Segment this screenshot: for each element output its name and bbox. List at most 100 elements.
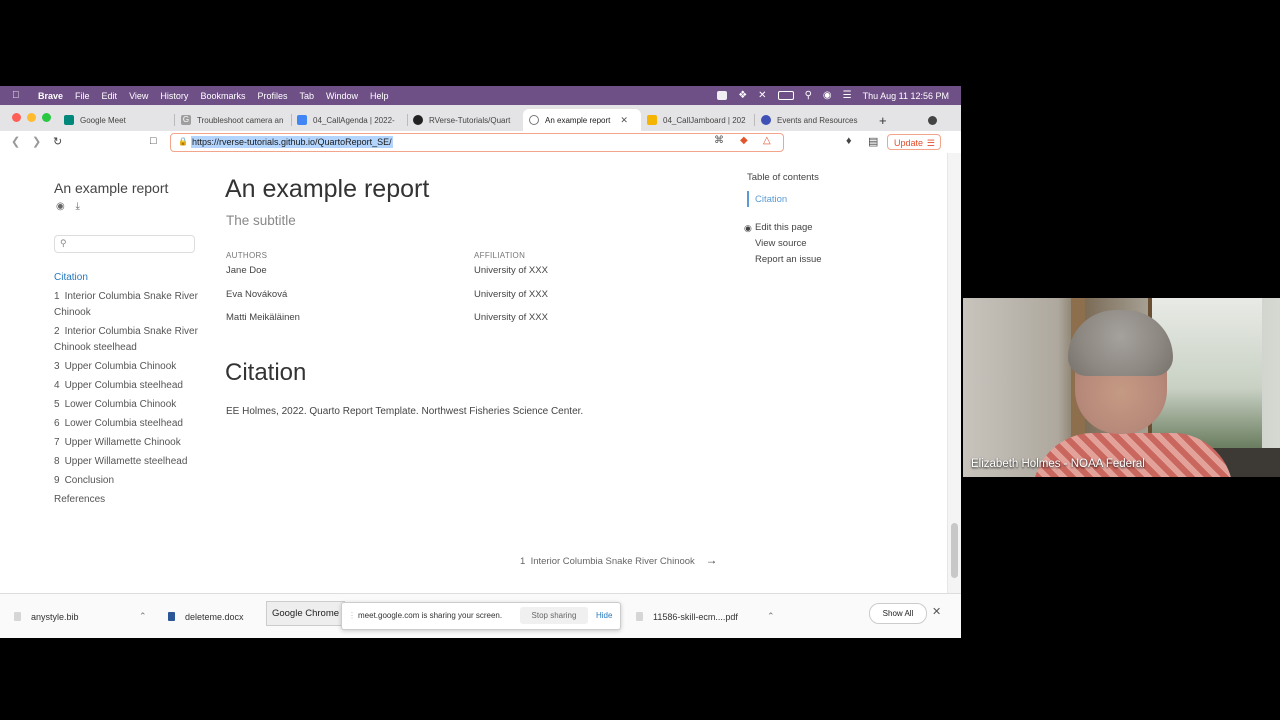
view-source-link[interactable]: View source	[755, 238, 807, 249]
bluetooth-icon[interactable]: ✕	[758, 90, 766, 101]
close-downloads-icon[interactable]: ✕	[932, 605, 941, 618]
author-affiliation: University of XXX	[474, 289, 548, 300]
sidebar-item-upper-willamette-chinook[interactable]: 7 Upper Willamette Chinook	[54, 435, 204, 451]
update-button[interactable]: Update ☰	[887, 134, 941, 150]
hide-button[interactable]: Hide	[596, 611, 612, 620]
tab-troubleshoot[interactable]: G Troubleshoot camera an	[181, 109, 289, 131]
sidebar-title[interactable]: An example report	[54, 180, 168, 196]
dropbox-icon[interactable]: ❖	[738, 90, 747, 101]
jamboard-icon	[647, 115, 657, 125]
sidebar-item-references[interactable]: References	[54, 492, 204, 508]
report-page: An example report ◉ ⤓ ⚲ Citation 1 Interi…	[0, 153, 947, 593]
file-icon	[14, 612, 21, 621]
menu-clock[interactable]: Thu Aug 11 12:56 PM	[863, 91, 949, 101]
stop-sharing-button[interactable]: Stop sharing	[520, 607, 588, 624]
tab-label: Google Meet	[80, 115, 126, 125]
tab-call-jamboard[interactable]: 04_CallJamboard | 202	[647, 109, 751, 131]
tab-example-report[interactable]: An example report ✕	[523, 109, 641, 131]
edit-page-link[interactable]: Edit this page	[755, 222, 813, 233]
search-input[interactable]: ⚲	[54, 235, 195, 253]
sidebar-item-lower-columbia-steelhead[interactable]: 6 Lower Columbia steelhead	[54, 416, 204, 432]
sidebar-item-upper-willamette-steelhead[interactable]: 8 Upper Willamette steelhead	[54, 454, 204, 470]
bookmark-tray-icon[interactable]	[717, 91, 728, 100]
sidebar-item-label: Upper Columbia Chinook	[64, 361, 177, 372]
chevron-up-icon[interactable]: ⌃	[139, 611, 147, 622]
github-icon[interactable]: ◉	[56, 201, 65, 212]
menu-tab[interactable]: Tab	[299, 91, 314, 101]
battery-icon[interactable]	[777, 91, 794, 100]
sidebar-item-lower-columbia-chinook[interactable]: 5 Lower Columbia Chinook	[54, 397, 204, 413]
close-tab-icon[interactable]: ✕	[620, 115, 628, 126]
sidebar-item-conclusion[interactable]: 9 Conclusion	[54, 473, 204, 489]
menu-window[interactable]: Window	[326, 91, 358, 101]
sidebar-item-label: Interior Columbia Snake River Chinook	[54, 291, 198, 318]
wifi-icon[interactable]: ◉	[823, 90, 832, 101]
toc-item-citation[interactable]: Citation	[755, 194, 787, 205]
download-item[interactable]: 11586-skill-ecm....pdf ⌃	[636, 594, 775, 638]
drag-handle-icon[interactable]: ⋮	[348, 611, 356, 620]
update-label: Update	[894, 138, 924, 148]
chevron-up-icon[interactable]: ⌃	[767, 611, 775, 622]
forward-icon[interactable]: ❯	[32, 135, 41, 148]
search-icon[interactable]: ⚲	[805, 90, 812, 101]
url-text[interactable]: https://rverse-tutorials.github.io/Quart…	[191, 136, 393, 148]
menu-file[interactable]: File	[75, 91, 90, 101]
qr-icon[interactable]: ⌘	[714, 135, 724, 146]
menu-view[interactable]: View	[129, 91, 148, 101]
download-item[interactable]: deleteme.docx	[168, 594, 244, 638]
download-icon[interactable]: ⤓	[76, 201, 80, 212]
sidebar-item-interior-steelhead[interactable]: 2 Interior Columbia Snake River Chinook s…	[54, 324, 204, 356]
sidebar-item-label: References	[54, 494, 106, 505]
apple-icon[interactable]: 	[12, 90, 24, 101]
brave-menu-icon[interactable]	[928, 109, 940, 131]
google-icon: G	[181, 115, 191, 125]
next-page-number: 1	[520, 556, 526, 567]
page-scrollbar[interactable]	[947, 153, 961, 593]
menu-bookmarks[interactable]: Bookmarks	[200, 91, 245, 101]
browser-toolbar: ❮ ❯ ↻ □ 🔒 https://rverse-tutorials.githu…	[0, 131, 961, 154]
menu-profiles[interactable]: Profiles	[257, 91, 287, 101]
menu-icon: ☰	[926, 138, 935, 148]
sidebar-item-number: 4	[54, 380, 60, 391]
scrollbar-thumb[interactable]	[951, 523, 958, 578]
tab-events-resources[interactable]: Events and Resources	[761, 109, 869, 131]
author-name: Jane Doe	[226, 265, 267, 276]
show-all-button[interactable]: Show All	[869, 603, 927, 624]
new-tab-button[interactable]: +	[879, 109, 893, 131]
menu-history[interactable]: History	[160, 91, 188, 101]
sidebar-item-citation[interactable]: Citation	[54, 270, 204, 286]
wallet-icon[interactable]: ▤	[868, 135, 878, 148]
tab-rverse-github[interactable]: RVerse-Tutorials/Quart	[413, 109, 521, 131]
sidebar-item-upper-columbia-chinook[interactable]: 3 Upper Columbia Chinook	[54, 359, 204, 375]
bookmark-icon[interactable]: □	[150, 135, 157, 147]
back-icon[interactable]: ❮	[11, 135, 20, 148]
tab-google-meet[interactable]: Google Meet	[64, 109, 172, 131]
tab-label: 04_CallAgenda | 2022-	[313, 115, 395, 125]
participant-video[interactable]: Elizabeth Holmes - NOAA Federal	[963, 298, 1280, 477]
tab-call-agenda[interactable]: 04_CallAgenda | 2022-	[297, 109, 405, 131]
menu-help[interactable]: Help	[370, 91, 389, 101]
extensions-icon[interactable]: ♦	[846, 135, 852, 147]
arrow-right-icon: →	[705, 553, 718, 567]
sidebar-item-interior-chinook[interactable]: 1 Interior Columbia Snake River Chinook	[54, 289, 204, 321]
control-center-icon[interactable]: ☰	[843, 90, 852, 101]
minimize-window-icon[interactable]	[27, 113, 36, 122]
report-issue-link[interactable]: Report an issue	[755, 254, 822, 265]
sidebar-item-upper-columbia-steelhead[interactable]: 4 Upper Columbia steelhead	[54, 378, 204, 394]
download-item[interactable]: anystyle.bib ⌃	[14, 594, 147, 638]
reload-icon[interactable]: ↻	[53, 135, 62, 148]
tab-strip: Google Meet G Troubleshoot camera an 04_…	[0, 105, 961, 131]
menu-app-name[interactable]: Brave	[38, 91, 63, 101]
address-bar[interactable]: 🔒 https://rverse-tutorials.github.io/Qua…	[170, 133, 784, 152]
download-filename: anystyle.bib	[31, 611, 79, 622]
zoom-window-icon[interactable]	[42, 113, 51, 122]
menu-edit[interactable]: Edit	[102, 91, 118, 101]
next-page-link[interactable]: 1 Interior Columbia Snake River Chinook …	[520, 553, 717, 567]
brave-shields-icon[interactable]: ◆	[740, 135, 748, 146]
events-icon	[761, 115, 771, 125]
toc-active-indicator	[747, 191, 749, 207]
brave-rewards-icon[interactable]: △	[763, 135, 771, 146]
close-window-icon[interactable]	[12, 113, 21, 122]
screen-share:  Brave File Edit View History Bookmarks…	[0, 86, 961, 638]
tab-separator	[754, 114, 755, 126]
